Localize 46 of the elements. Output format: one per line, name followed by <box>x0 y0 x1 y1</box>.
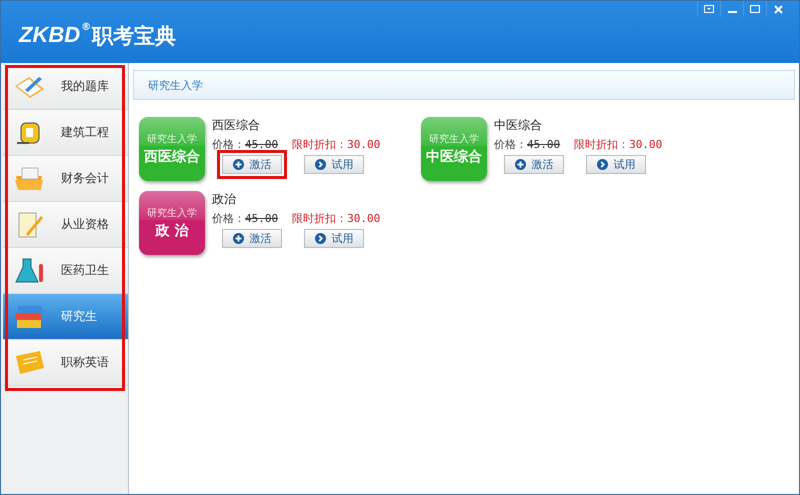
activate-button[interactable]: 激活 <box>504 155 564 174</box>
brand-name: ZKBD <box>19 22 80 48</box>
badge-title: 政 治 <box>156 222 188 240</box>
price-label: 价格： <box>212 137 245 152</box>
close-icon <box>774 4 782 14</box>
product-name: 西医综合 <box>212 117 261 134</box>
discount-label: 限时折扣： <box>574 137 630 152</box>
discount-price: 30.00 <box>347 138 380 151</box>
app-title: 职考宝典 <box>92 24 176 50</box>
sidebar-item[interactable]: 职称英语 <box>3 340 128 386</box>
discount-label: 限时折扣： <box>292 211 348 226</box>
sidebar-item[interactable]: 财务会计 <box>3 156 128 202</box>
price-label: 价格： <box>212 211 245 226</box>
product-name: 政治 <box>212 191 237 208</box>
trial-button[interactable]: 试用 <box>304 155 364 174</box>
badge-caption: 研究生入学 <box>147 206 197 220</box>
badge-caption: 研究生入学 <box>429 132 479 146</box>
chevron-right-icon <box>314 159 326 170</box>
plus-icon <box>232 233 244 244</box>
discount-label: 限时折扣： <box>292 137 348 152</box>
trial-button[interactable]: 试用 <box>586 155 646 174</box>
trial-button[interactable]: 试用 <box>304 229 364 248</box>
sidebar-item[interactable]: 医药卫生 <box>3 248 128 294</box>
discount-price: 30.00 <box>347 212 380 225</box>
badge-title: 西医综合 <box>144 148 200 166</box>
sidebar-item[interactable]: 研究生 <box>3 294 128 340</box>
original-price: 45.00 <box>245 212 278 225</box>
plus-icon <box>514 159 526 170</box>
product-name: 中医综合 <box>494 117 543 134</box>
chevron-right-icon <box>314 233 326 244</box>
sidebar-item[interactable]: 建筑工程 <box>3 110 128 156</box>
window-menu-icon <box>704 5 714 13</box>
discount-price: 30.00 <box>629 138 662 151</box>
sidebar-item[interactable]: 从业资格 <box>3 202 128 248</box>
activate-button[interactable]: 激活 <box>222 155 282 174</box>
chevron-right-icon <box>596 159 608 170</box>
plus-icon <box>232 159 244 170</box>
activate-button[interactable]: 激活 <box>222 229 282 248</box>
price-label: 价格： <box>494 137 527 152</box>
original-price: 45.00 <box>527 138 560 151</box>
badge-caption: 研究生入学 <box>147 132 197 146</box>
badge-title: 中医综合 <box>426 148 482 166</box>
original-price: 45.00 <box>245 138 278 151</box>
registered-mark: ® <box>81 22 92 33</box>
breadcrumb: 研究生入学 <box>148 78 203 92</box>
maximize-icon <box>750 5 760 13</box>
